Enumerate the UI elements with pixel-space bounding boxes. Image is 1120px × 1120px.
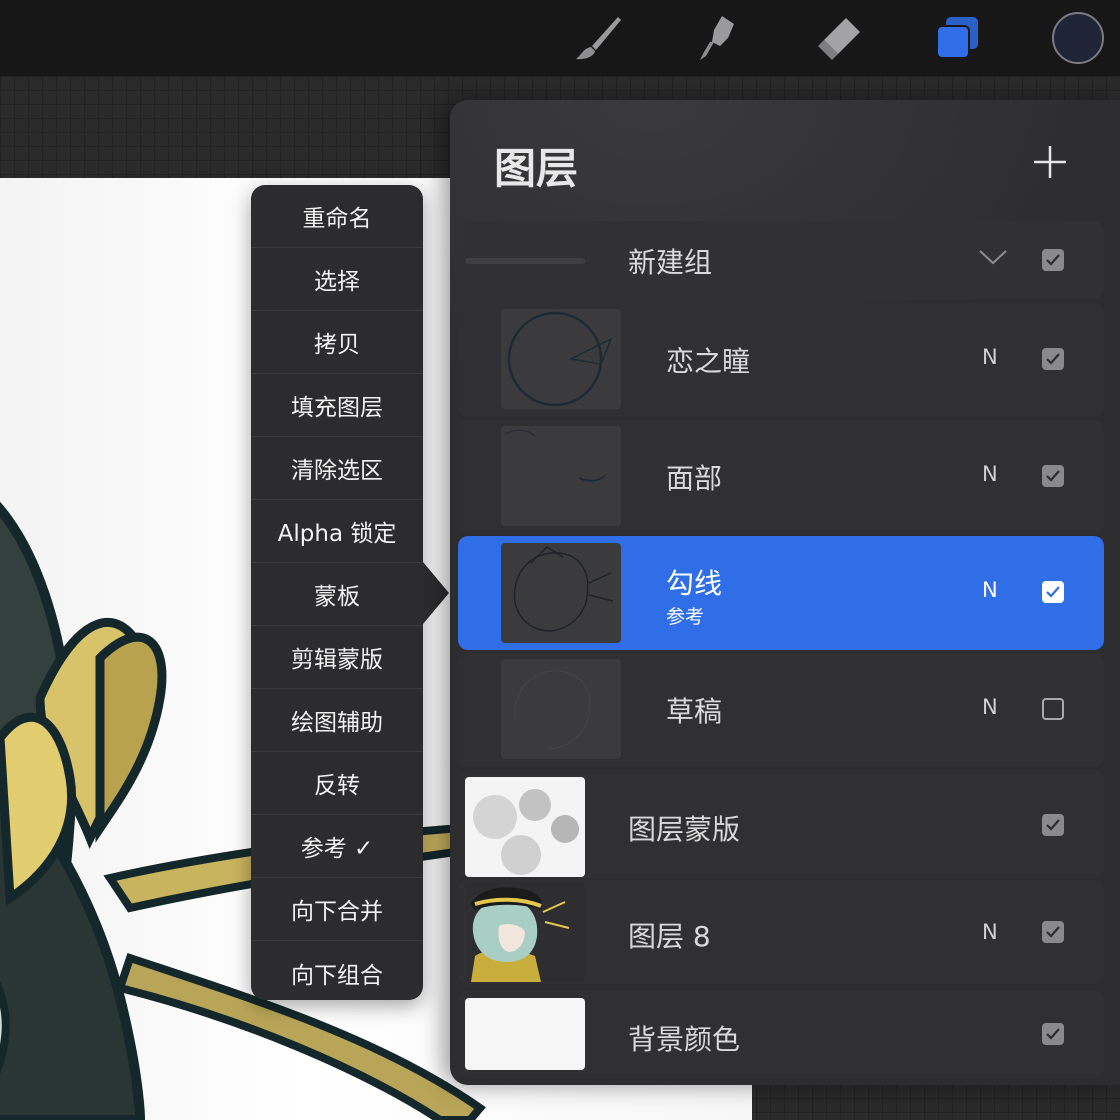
panel-title: 图层 xyxy=(494,144,579,193)
smudge-icon[interactable] xyxy=(692,12,744,64)
layer-row[interactable]: 背景颜色 xyxy=(458,990,1104,1078)
blend-mode[interactable]: N xyxy=(982,462,998,486)
group-visibility-checkbox[interactable] xyxy=(1042,249,1064,271)
layer-name: 勾线 xyxy=(666,567,723,600)
layer-thumbnail xyxy=(465,998,585,1070)
menu-item-merge-down[interactable]: 向下合并 xyxy=(251,878,423,941)
layer-row-selected[interactable]: 勾线 参考 N xyxy=(458,536,1104,650)
layer-row[interactable]: 草稿 N xyxy=(458,653,1104,767)
eraser-icon[interactable] xyxy=(812,12,864,64)
layer-options-menu: 重命名 选择 拷贝 填充图层 清除选区 Alpha 锁定 蒙板 剪辑蒙版 绘图辅… xyxy=(251,185,423,1000)
chevron-down-icon[interactable] xyxy=(978,247,1008,267)
menu-item-select[interactable]: 选择 xyxy=(251,248,423,311)
blend-mode[interactable]: N xyxy=(982,578,998,602)
layer-name: 图层 8 xyxy=(628,920,711,953)
layers-icon[interactable] xyxy=(932,12,984,64)
layer-name: 背景颜色 xyxy=(628,1023,741,1056)
layer-name: 面部 xyxy=(666,462,723,495)
visibility-checkbox[interactable] xyxy=(1042,698,1064,720)
layer-thumbnail xyxy=(465,882,585,982)
menu-item-invert[interactable]: 反转 xyxy=(251,752,423,815)
layer-row[interactable]: 面部 N xyxy=(458,420,1104,534)
layer-name: 图层蒙版 xyxy=(628,813,741,846)
layer-thumbnail xyxy=(501,426,621,526)
menu-item-drawing-assist[interactable]: 绘图辅助 xyxy=(251,689,423,752)
layers-panel: 图层 新建组 恋之瞳 N 面部 N 勾线 参考 N 草稿 N 图层蒙版 图层 8… xyxy=(450,100,1120,1085)
visibility-checkbox[interactable] xyxy=(1042,581,1064,603)
layer-row[interactable]: 图层蒙版 xyxy=(458,770,1104,878)
layer-thumbnail xyxy=(501,309,621,409)
visibility-checkbox[interactable] xyxy=(1042,814,1064,836)
layer-group-row[interactable]: 新建组 xyxy=(458,221,1104,299)
layer-thumbnail xyxy=(501,543,621,643)
group-thumbnail xyxy=(465,258,585,264)
layer-row[interactable]: 恋之瞳 N xyxy=(458,303,1104,417)
menu-item-mask[interactable]: 蒙板 xyxy=(251,563,423,626)
menu-item-fill-layer[interactable]: 填充图层 xyxy=(251,374,423,437)
color-swatch[interactable] xyxy=(1052,12,1104,64)
menu-item-clear-selection[interactable]: 清除选区 xyxy=(251,437,423,500)
menu-item-rename[interactable]: 重命名 xyxy=(251,185,423,248)
group-name: 新建组 xyxy=(628,246,713,279)
blend-mode[interactable]: N xyxy=(982,345,998,369)
layer-thumbnail xyxy=(501,659,621,759)
visibility-checkbox[interactable] xyxy=(1042,465,1064,487)
top-toolbar xyxy=(0,0,1120,76)
blend-mode[interactable]: N xyxy=(982,695,998,719)
menu-item-alpha-lock[interactable]: Alpha 锁定 xyxy=(251,500,423,563)
layer-name: 草稿 xyxy=(666,695,723,728)
visibility-checkbox[interactable] xyxy=(1042,348,1064,370)
menu-item-copy[interactable]: 拷贝 xyxy=(251,311,423,374)
layer-row[interactable]: 图层 8 N xyxy=(458,880,1104,984)
blend-mode[interactable]: N xyxy=(982,920,998,944)
menu-pointer xyxy=(423,562,449,624)
layer-name: 恋之瞳 xyxy=(666,345,751,378)
visibility-checkbox[interactable] xyxy=(1042,1023,1064,1045)
visibility-checkbox[interactable] xyxy=(1042,921,1064,943)
layer-thumbnail xyxy=(465,777,585,877)
menu-item-combine-down[interactable]: 向下组合 xyxy=(251,941,423,1004)
reference-label: 参考 xyxy=(666,606,705,628)
brush-icon[interactable] xyxy=(572,12,624,64)
menu-item-clipping-mask[interactable]: 剪辑蒙版 xyxy=(251,626,423,689)
menu-item-reference[interactable]: 参考 ✓ xyxy=(251,815,423,878)
plus-icon[interactable] xyxy=(1032,144,1068,180)
